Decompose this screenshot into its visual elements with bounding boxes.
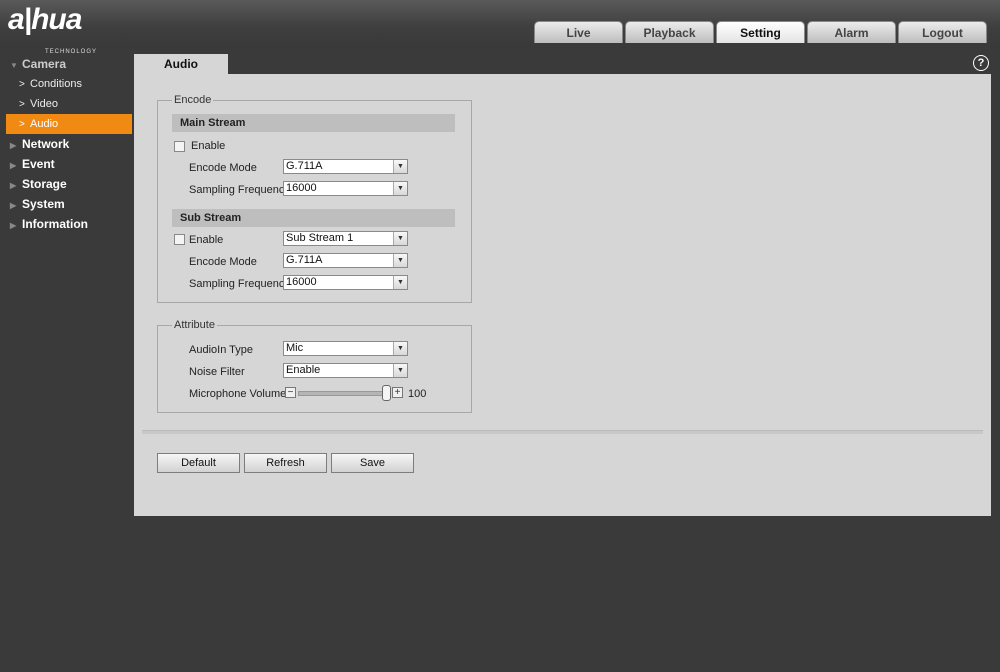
- volume-increase-button[interactable]: +: [392, 387, 403, 398]
- triangle-right-icon: ▶: [10, 201, 17, 210]
- sub-sampling-frequency-select[interactable]: 16000 ▼: [283, 275, 408, 290]
- sidebar-item-event[interactable]: ▶ Event: [0, 154, 133, 174]
- tab-alarm[interactable]: Alarm: [807, 21, 896, 43]
- dropdown-arrow-icon: ▼: [393, 160, 407, 173]
- noise-filter-label: Noise Filter: [189, 366, 245, 378]
- dropdown-arrow-icon: ▼: [393, 342, 407, 355]
- sub-encode-mode-select[interactable]: G.711A ▼: [283, 253, 408, 268]
- sidebar-item-camera[interactable]: ▼ Camera: [0, 54, 133, 74]
- dropdown-arrow-icon: ▼: [393, 232, 407, 245]
- volume-slider-track[interactable]: [298, 391, 390, 396]
- save-button[interactable]: Save: [331, 453, 414, 473]
- page-tab-audio[interactable]: Audio: [134, 54, 228, 74]
- volume-value: 100: [408, 388, 427, 400]
- triangle-right-icon: ▶: [10, 161, 17, 170]
- sidebar-item-information[interactable]: ▶ Information: [0, 214, 133, 234]
- content-panel: Audio ? Encode Main Stream Enable Encode…: [134, 54, 991, 516]
- main-encode-mode-label: Encode Mode: [189, 162, 257, 174]
- volume-decrease-button[interactable]: −: [285, 387, 296, 398]
- sidebar-item-conditions[interactable]: > Conditions: [0, 74, 133, 94]
- main-enable-label: Enable: [191, 140, 226, 152]
- main-stream-header: Main Stream: [172, 114, 455, 132]
- sub-stream-header: Sub Stream: [172, 209, 455, 227]
- triangle-right-icon: ▶: [10, 141, 17, 150]
- noise-filter-select[interactable]: Enable ▼: [283, 363, 408, 378]
- triangle-right-icon: ▶: [10, 221, 17, 230]
- tab-setting[interactable]: Setting: [716, 21, 805, 43]
- chevron-right-icon: >: [19, 119, 25, 130]
- brand-logo: a|hua TECHNOLOGY: [8, 5, 96, 56]
- sidebar-item-audio[interactable]: > Audio: [6, 114, 132, 134]
- content-tab-strip: [134, 54, 991, 74]
- attribute-legend: Attribute: [174, 319, 215, 331]
- main-nav: Live Playback Setting Alarm Logout: [534, 21, 987, 43]
- dropdown-arrow-icon: ▼: [393, 254, 407, 267]
- encode-legend: Encode: [174, 94, 212, 106]
- main-enable-checkbox[interactable]: [174, 141, 185, 152]
- audioin-type-label: AudioIn Type: [189, 344, 254, 356]
- tab-live[interactable]: Live: [534, 21, 623, 43]
- top-bar: a|hua TECHNOLOGY Live Playback Setting Al…: [0, 0, 1000, 56]
- sidebar-item-system[interactable]: ▶ System: [0, 194, 133, 214]
- chevron-right-icon: >: [19, 99, 25, 110]
- tab-logout[interactable]: Logout: [898, 21, 987, 43]
- tab-playback[interactable]: Playback: [625, 21, 714, 43]
- sub-encode-mode-label: Encode Mode: [189, 256, 257, 268]
- sub-sampling-frequency-label: Sampling Frequency: [189, 278, 290, 290]
- triangle-right-icon: ▶: [10, 181, 17, 190]
- sidebar: ▼ Camera > Conditions > Video > Audio ▶ Netwo…: [0, 54, 133, 234]
- sidebar-item-network[interactable]: ▶ Network: [0, 134, 133, 154]
- default-button[interactable]: Default: [157, 453, 240, 473]
- main-sampling-frequency-label: Sampling Frequency: [189, 184, 290, 196]
- refresh-button[interactable]: Refresh: [244, 453, 327, 473]
- triangle-down-icon: ▼: [10, 61, 18, 70]
- dropdown-arrow-icon: ▼: [393, 182, 407, 195]
- volume-slider-thumb[interactable]: [382, 385, 391, 401]
- sub-enable-label: Enable: [189, 234, 224, 246]
- chevron-right-icon: >: [19, 79, 25, 90]
- audioin-type-select[interactable]: Mic ▼: [283, 341, 408, 356]
- dropdown-arrow-icon: ▼: [393, 364, 407, 377]
- sidebar-item-video[interactable]: > Video: [0, 94, 133, 114]
- sidebar-item-storage[interactable]: ▶ Storage: [0, 174, 133, 194]
- dropdown-arrow-icon: ▼: [393, 276, 407, 289]
- divider: [142, 430, 983, 434]
- sub-stream-select[interactable]: Sub Stream 1 ▼: [283, 231, 408, 246]
- help-icon[interactable]: ?: [973, 55, 989, 71]
- main-encode-mode-select[interactable]: G.711A ▼: [283, 159, 408, 174]
- sub-enable-checkbox[interactable]: [174, 234, 185, 245]
- microphone-volume-label: Microphone Volume: [189, 388, 287, 400]
- main-sampling-frequency-select[interactable]: 16000 ▼: [283, 181, 408, 196]
